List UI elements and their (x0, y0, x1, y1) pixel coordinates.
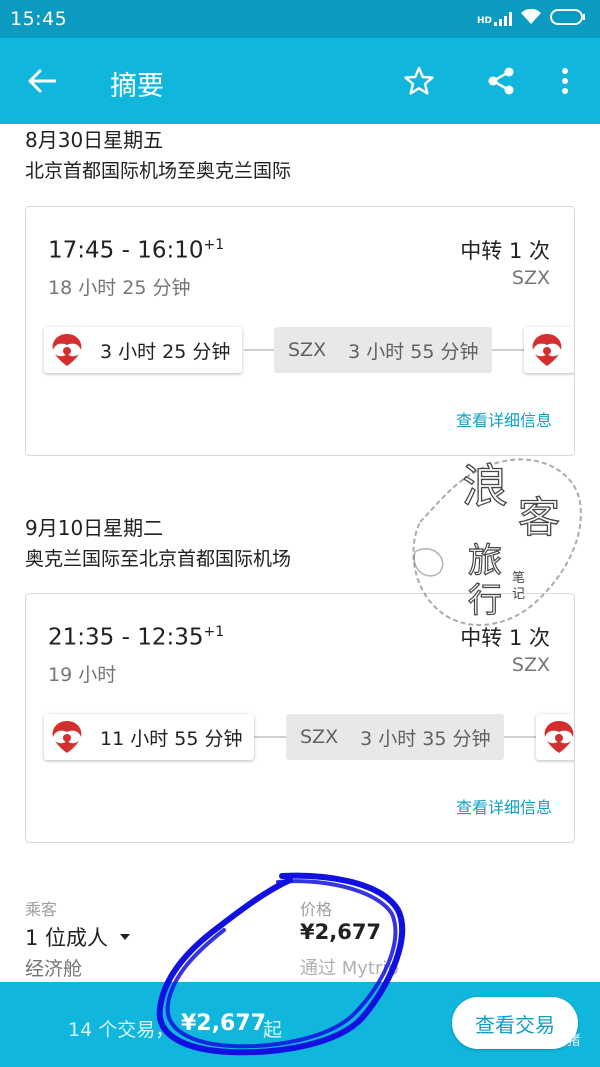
more-vertical-icon (562, 68, 568, 94)
network-type-label: HD (476, 16, 492, 26)
watermark-char-3: 旅 (468, 541, 502, 581)
outbound-stops: 中转 1 次 (460, 239, 550, 263)
outbound-segment-2: 11 (524, 327, 574, 373)
outbound-times-text: 17:45 - 16:10 (48, 237, 204, 264)
outbound-flight-card[interactable]: 17:45 - 16:10+1 18 小时 25 分钟 中转 1 次 SZX 3… (25, 206, 575, 456)
watermark-char-1: 浪 (462, 459, 508, 513)
passenger-selector[interactable]: 1 位成人 (25, 922, 131, 952)
inbound-times: 21:35 - 12:35+1 (48, 624, 224, 651)
outbound-duration: 18 小时 25 分钟 (48, 277, 191, 299)
inbound-layover-code: SZX (300, 726, 339, 748)
hainan-airlines-logo-icon (536, 714, 574, 760)
inbound-times-text: 21:35 - 12:35 (48, 624, 204, 651)
outbound-times: 17:45 - 16:10+1 (48, 237, 224, 264)
inbound-date: 9月10日星期二 (25, 516, 164, 540)
outbound-segment-1: 3 小时 25 分钟 (44, 327, 243, 373)
caret-down-icon (120, 934, 131, 940)
back-button[interactable] (22, 64, 62, 98)
outbound-layover-duration: 3 小时 55 分钟 (348, 340, 479, 363)
hainan-airlines-logo-icon (44, 714, 90, 760)
zhihu-watermark: 知乎 @猪猪猪猪 (478, 1033, 581, 1049)
status-bar: 15:45 HD (0, 0, 600, 38)
star-outline-icon (404, 66, 434, 95)
battery-icon (550, 9, 586, 29)
wifi-icon (520, 8, 542, 29)
inbound-segments: 11 小时 55 分钟 SZX 3 小时 35 分钟 3 (44, 714, 574, 760)
inbound-details-link[interactable]: 查看详细信息 (456, 794, 552, 818)
watermark-stamp: 浪 客 旅 行 笔 记 (412, 458, 582, 626)
outbound-route: 北京首都国际机场至奥克兰国际 (25, 160, 292, 182)
outbound-day-offset: +1 (203, 237, 225, 253)
share-button[interactable] (480, 60, 522, 102)
deals-price: ¥2,677 (181, 1011, 266, 1036)
inbound-duration: 19 小时 (48, 664, 117, 686)
signal-icon: HD (477, 12, 512, 26)
watermark-char-5: 笔 (512, 570, 525, 586)
outbound-stop-code: SZX (511, 267, 550, 289)
status-time: 15:45 (10, 8, 68, 30)
outbound-date: 8月30日星期五 (25, 128, 164, 152)
passenger-label: 乘客 (25, 900, 58, 919)
watermark-char-4: 行 (468, 581, 502, 621)
hainan-airlines-logo-icon (524, 327, 570, 373)
arrow-left-icon (28, 69, 56, 93)
inbound-layover-duration: 3 小时 35 分钟 (360, 727, 491, 750)
outbound-details-link[interactable]: 查看详细信息 (456, 407, 552, 431)
cabin-class: 经济舱 (25, 958, 83, 980)
page-title: 摘要 (110, 71, 164, 102)
outbound-layover: SZX 3 小时 55 分钟 (274, 327, 493, 373)
app-bar: 摘要 (0, 38, 600, 124)
outbound-segment-2-duration: 11 (570, 339, 574, 361)
inbound-layover: SZX 3 小时 35 分钟 (286, 714, 505, 760)
inbound-segment-2: 3 (536, 714, 574, 760)
inbound-day-offset: +1 (203, 624, 225, 640)
inbound-route: 奥克兰国际至北京首都国际机场 (25, 548, 292, 570)
watermark-char-2: 客 (518, 493, 560, 542)
price-value: ¥2,677 (300, 920, 382, 944)
inbound-stop-code: SZX (511, 654, 550, 676)
watermark-char-6: 记 (512, 587, 525, 602)
favorite-button[interactable] (398, 60, 440, 102)
booking-source: 通过 Mytrip (300, 958, 399, 979)
more-options-button[interactable] (548, 60, 582, 102)
outbound-segments: 3 小时 25 分钟 SZX 3 小时 55 分钟 11 (44, 327, 574, 373)
inbound-segment-1: 11 小时 55 分钟 (44, 714, 255, 760)
outbound-layover-code: SZX (288, 339, 327, 361)
status-icons: HD (477, 8, 586, 29)
inbound-segment-1-duration: 11 小时 55 分钟 (100, 727, 243, 750)
deals-suffix: 起 (263, 1019, 283, 1041)
price-label: 价格 (300, 900, 333, 919)
hainan-airlines-logo-icon (44, 327, 90, 373)
bottom-bar: 14 个交易， ¥2,677 起 查看交易 (0, 982, 600, 1067)
deals-count: 14 个交易， (68, 1019, 175, 1041)
summary-content[interactable]: 8月30日星期五 北京首都国际机场至奥克兰国际 17:45 - 16:10+1 … (0, 124, 600, 982)
passenger-value: 1 位成人 (25, 926, 109, 950)
outbound-segment-1-duration: 3 小时 25 分钟 (100, 340, 231, 363)
share-icon (488, 67, 514, 95)
